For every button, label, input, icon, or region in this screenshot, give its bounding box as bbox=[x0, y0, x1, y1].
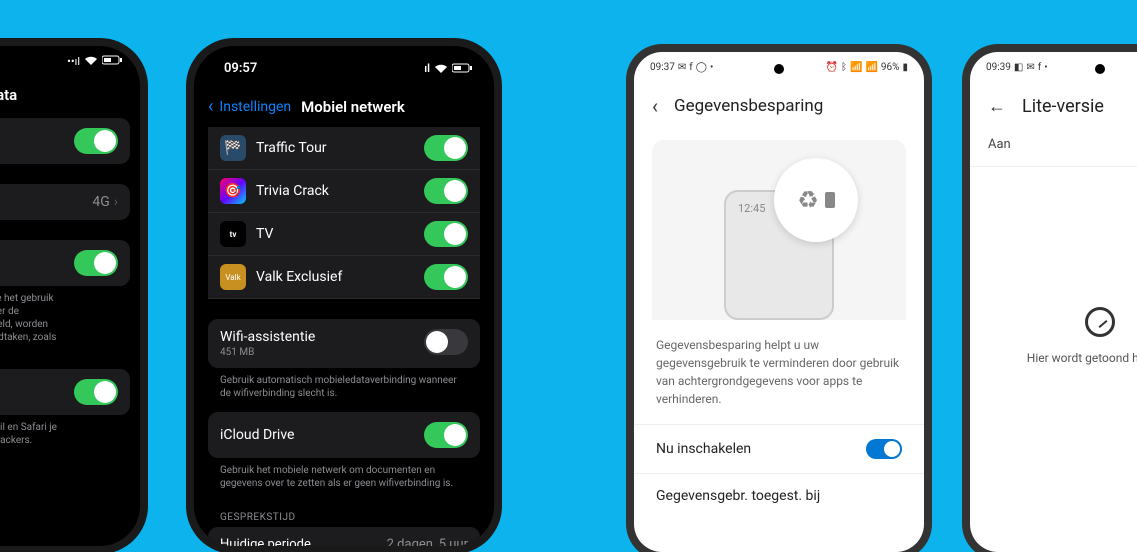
toggle-switch[interactable] bbox=[424, 135, 468, 161]
nav-bar: ‹ Instellingen Mobiel netwerk bbox=[194, 90, 494, 127]
battery-icon bbox=[452, 63, 472, 73]
gauge-area: Hier wordt getoond hoeveel bbox=[970, 167, 1137, 365]
alarm-icon: ⏰ bbox=[826, 62, 838, 73]
signal-icon: 📶 bbox=[865, 62, 877, 73]
toggle-switch[interactable] bbox=[74, 379, 118, 405]
enable-row[interactable]: Nu inschakelen bbox=[634, 424, 924, 473]
toggle-switch[interactable] bbox=[424, 178, 468, 204]
status-bar: 09:39 ◧ ✉ f • bbox=[970, 52, 1137, 82]
toggle-switch[interactable] bbox=[424, 422, 468, 448]
gauge-text: Hier wordt getoond hoeveel bbox=[1027, 351, 1137, 365]
recycle-icon: ♻ bbox=[797, 186, 819, 214]
description-text: modus kun je het gebruik rken. Wanneer d… bbox=[0, 286, 130, 369]
nav-title: Lite-versie bbox=[1022, 96, 1104, 117]
signal-icon: ••ıl bbox=[67, 55, 80, 68]
app-row[interactable]: Valk Valk Exclusief bbox=[208, 256, 480, 299]
back-arrow-icon[interactable]: ← bbox=[988, 96, 1006, 117]
status-bar: ••ıl bbox=[0, 46, 140, 76]
phone-android-data-saver: 09:37 ✉ f ◯ • ⏰ ᛒ 📶 📶 96% ▮ ‹ Gegevensbe… bbox=[634, 52, 924, 552]
description-text: Gebruik het mobiele netwerk om documente… bbox=[208, 458, 480, 502]
toggle-switch[interactable] bbox=[424, 264, 468, 290]
phone-ios-mobile-network: 09:57 ıl ‹ Instellingen Mobiel netwerk 🏁… bbox=[194, 46, 494, 546]
description-text: Gebruik automatisch mobieledataverbindin… bbox=[208, 368, 480, 412]
phone-android-lite-version: 09:39 ◧ ✉ f • ← Lite-versie Aan Hier wor… bbox=[970, 52, 1137, 552]
notification-icon: ◧ bbox=[1014, 62, 1023, 73]
more-icon: • bbox=[1044, 62, 1047, 73]
battery-icon: ▮ bbox=[902, 62, 908, 73]
app-icon: 🎯 bbox=[220, 178, 246, 204]
period-row[interactable]: Huidige periode 2 dagen, 5 uur bbox=[208, 527, 480, 546]
page-title: mobiele data bbox=[0, 76, 130, 118]
wifi-icon bbox=[434, 63, 448, 73]
toggle-switch[interactable] bbox=[424, 329, 468, 355]
notification-icon: ✉ bbox=[1026, 62, 1034, 73]
toggle-switch[interactable] bbox=[74, 128, 118, 154]
status-text: Aan bbox=[970, 131, 1137, 167]
toggle-switch[interactable] bbox=[74, 250, 118, 276]
data-type-row[interactable]: ta 4G › bbox=[0, 184, 130, 220]
status-time: 09:37 bbox=[650, 62, 675, 73]
app-row[interactable]: tv TV bbox=[208, 213, 480, 256]
nav-title: Mobiel netwerk bbox=[301, 98, 405, 116]
app-icon: tv bbox=[220, 221, 246, 247]
more-icon: • bbox=[710, 62, 713, 73]
signal-icon: ıl bbox=[424, 62, 430, 75]
back-icon[interactable]: ‹ bbox=[208, 96, 213, 117]
modus-row[interactable]: odus bbox=[0, 240, 130, 286]
back-label[interactable]: Instellingen bbox=[219, 99, 291, 115]
status-time: 09:57 bbox=[224, 61, 257, 76]
notch bbox=[289, 46, 399, 72]
toggle-switch[interactable] bbox=[866, 439, 902, 459]
message-icon: ✉ bbox=[678, 62, 686, 73]
app-row[interactable]: 🎯 Trivia Crack bbox=[208, 170, 480, 213]
camera-cutout bbox=[774, 64, 784, 74]
chevron-right-icon: › bbox=[114, 194, 118, 210]
nav-bar: ← Lite-versie bbox=[970, 82, 1137, 131]
toggle-switch[interactable] bbox=[424, 221, 468, 247]
wifi-assist-row[interactable]: Wifi-assistentie 451 MB bbox=[208, 319, 480, 368]
toggle-row[interactable] bbox=[0, 118, 130, 164]
magnifier-lens: ♻ bbox=[774, 158, 858, 242]
wifi-icon bbox=[84, 55, 98, 68]
facebook-icon: f bbox=[1038, 62, 1041, 73]
back-icon[interactable]: ‹ bbox=[652, 94, 658, 118]
wifi-icon: 📶 bbox=[850, 62, 862, 73]
illustration: 12:45 ♻ bbox=[652, 140, 906, 320]
battery-icon bbox=[825, 192, 835, 208]
app-icon: 🏁 bbox=[220, 135, 246, 161]
messenger-icon: ◯ bbox=[696, 62, 707, 73]
allow-data-row[interactable]: Gegevensgebr. toegest. bij bbox=[634, 473, 924, 518]
status-time: 09:39 bbox=[986, 62, 1011, 73]
gauge-icon bbox=[1085, 307, 1115, 337]
battery-icon bbox=[102, 55, 122, 68]
tracking-row[interactable]: acking bbox=[0, 369, 130, 415]
facebook-icon: f bbox=[689, 62, 692, 73]
phone-ios-settings-partial: ••ıl mobiele data ta 4G › odus modus kun… bbox=[0, 46, 140, 546]
app-row[interactable]: 🏁 Traffic Tour bbox=[208, 127, 480, 170]
description-text: ig door in Mail en Safari je or bekende … bbox=[0, 415, 130, 459]
info-text: Gegevensbesparing helpt u uw gegevensgeb… bbox=[634, 320, 924, 424]
section-header: GESPREKSTIJD bbox=[208, 502, 480, 527]
bluetooth-icon: ᛒ bbox=[841, 62, 847, 73]
icloud-drive-row[interactable]: iCloud Drive bbox=[208, 412, 480, 458]
app-icon: Valk bbox=[220, 264, 246, 290]
battery-text: 96% bbox=[881, 62, 900, 73]
nav-title: Gegevensbesparing bbox=[674, 96, 823, 116]
nav-bar: ‹ Gegevensbesparing bbox=[634, 82, 924, 130]
camera-cutout bbox=[1095, 64, 1105, 74]
